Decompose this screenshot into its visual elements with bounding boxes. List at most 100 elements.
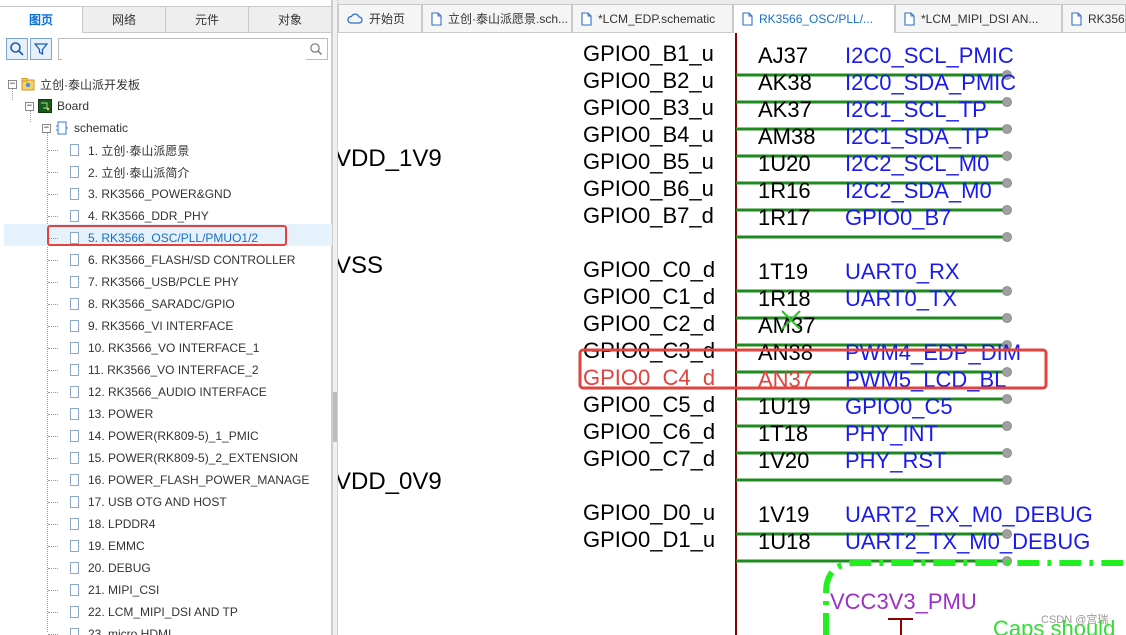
gpio-pin-name: GPIO0_C0_d [583, 257, 715, 282]
page-file-icon [70, 518, 79, 530]
tab-nets[interactable]: 网络 [82, 6, 166, 33]
project-folder-icon [21, 78, 35, 91]
ball-number: AK37 [758, 97, 812, 122]
gpio-pin-name: GPIO0_C5_d [583, 392, 715, 417]
collapse-toggle-icon[interactable]: − [25, 101, 34, 111]
tab-components[interactable]: 元件 [165, 6, 249, 33]
page-item[interactable]: 14. POWER(RK809-5)_1_PMIC [48, 426, 259, 446]
page-item[interactable]: 22. LCM_MIPI_DSI AND TP [48, 602, 238, 622]
cloud-icon [347, 12, 363, 24]
page-item-label: 23. micro HDMI [88, 627, 172, 635]
page-item[interactable]: 7. RK3566_USB/PCLE PHY [48, 272, 239, 292]
schematic-canvas[interactable]: VDD_1V9 VSS VDD_0V9 GPIO0_B1_u AJ37 I2C0_SCL_… [338, 33, 1126, 635]
document-tab[interactable]: 开始页 [338, 4, 422, 32]
collapse-toggle-icon[interactable]: − [42, 123, 51, 133]
document-tab[interactable]: 立创·泰山派愿景.sch... [422, 4, 572, 32]
page-item[interactable]: 4. RK3566_DDR_PHY [48, 206, 209, 226]
page-item[interactable]: 10. RK3566_VO INTERFACE_1 [48, 338, 259, 358]
tree-connector [48, 259, 58, 261]
tree-root[interactable]: − 立创·泰山派开发板 [8, 74, 140, 94]
document-icon [904, 11, 915, 26]
tree-connector [48, 325, 58, 327]
pin-endpoint [1002, 475, 1012, 485]
page-item[interactable]: 1. 立创·泰山派愿景 [48, 140, 189, 160]
page-item-label: 7. RK3566_USB/PCLE PHY [88, 275, 239, 289]
tree-schematic[interactable]: − schematic [42, 118, 128, 138]
page-item[interactable]: 3. RK3566_POWER&GND [48, 184, 231, 204]
page-item-label: 20. DEBUG [88, 561, 151, 575]
page-item[interactable]: 20. DEBUG [48, 558, 151, 578]
pin-endpoint [1002, 205, 1012, 215]
net-label: GPIO0_C5 [845, 394, 953, 419]
document-icon [742, 12, 753, 26]
page-item[interactable]: 11. RK3566_VO INTERFACE_2 [48, 360, 259, 380]
page-item[interactable]: 19. EMMC [48, 536, 145, 556]
search-icon [10, 42, 24, 56]
page-item[interactable]: 13. POWER [48, 404, 153, 424]
page-file-icon [70, 386, 79, 398]
page-file-icon [70, 584, 79, 596]
tree-connector [48, 545, 58, 547]
tree-connector [48, 457, 58, 459]
page-item-label: 12. RK3566_AUDIO INTERFACE [88, 385, 267, 399]
tree-board[interactable]: − Board [25, 96, 89, 116]
page-item[interactable]: 6. RK3566_FLASH/SD CONTROLLER [48, 250, 295, 270]
page-item-label: 8. RK3566_SARADC/GPIO [88, 297, 235, 311]
document-tab[interactable]: *LCM_EDP.schematic [572, 4, 733, 32]
tab-objects[interactable]: 对象 [248, 6, 332, 33]
tree-connector [48, 567, 58, 569]
filter-button[interactable] [30, 38, 52, 60]
page-item[interactable]: 16. POWER_FLASH_POWER_MANAGE [48, 470, 309, 490]
page-item[interactable]: 8. RK3566_SARADC/GPIO [48, 294, 235, 314]
search-field[interactable] [58, 38, 328, 60]
ball-number: 1R17 [758, 205, 811, 230]
page-item[interactable]: 9. RK3566_VI INTERFACE [48, 316, 233, 336]
page-item-label: 10. RK3566_VO INTERFACE_1 [88, 341, 260, 355]
document-tab[interactable]: RK3566_OSC/PLL/... [733, 4, 895, 33]
page-item[interactable]: 21. MIPI_CSI [48, 580, 159, 600]
ball-number: AK38 [758, 70, 812, 95]
page-item-label: 19. EMMC [88, 539, 145, 553]
page-item[interactable]: 12. RK3566_AUDIO INTERFACE [48, 382, 267, 402]
page-item-label: 13. POWER [88, 407, 154, 421]
page-item-label: 4. RK3566_DDR_PHY [88, 209, 209, 223]
document-tab-label: 开始页 [369, 12, 406, 26]
board-icon [38, 99, 52, 113]
page-item[interactable]: 15. POWER(RK809-5)_2_EXTENSION [48, 448, 298, 468]
net-label: PWM4_EDP_DIM [845, 340, 1021, 365]
collapse-toggle-icon[interactable]: − [8, 79, 17, 89]
page-item-label: 16. POWER_FLASH_POWER_MANAGE [88, 473, 310, 487]
ball-number: 1R16 [758, 178, 811, 203]
net-label: UART2_RX_M0_DEBUG [845, 502, 1093, 527]
net-label: PHY_RST [845, 448, 946, 473]
pin-endpoint [1002, 97, 1012, 107]
search-mode-button[interactable] [6, 38, 28, 60]
page-item[interactable]: 17. USB OTG AND HOST [48, 492, 227, 512]
ball-number: 1T19 [758, 259, 808, 284]
document-tab[interactable]: RK356 [1062, 4, 1126, 32]
net-label: UART0_TX [845, 286, 957, 311]
page-item-label: 11. RK3566_VO INTERFACE_2 [88, 363, 259, 377]
page-file-icon [70, 364, 79, 376]
document-tab[interactable]: *LCM_MIPI_DSI AN... [895, 4, 1062, 32]
pin-endpoint [1002, 124, 1012, 134]
search-input[interactable] [62, 40, 306, 60]
pin-endpoint [1002, 448, 1012, 458]
gpio-pin-name: GPIO0_C7_d [583, 446, 715, 471]
net-label: PHY_INT [845, 421, 938, 446]
net-label: I2C2_SDA_M0 [845, 178, 992, 203]
document-tab-label: RK356 [1088, 11, 1125, 26]
splitter-grip[interactable] [333, 392, 337, 442]
search-row [6, 38, 330, 62]
tab-pages[interactable]: 图页 [0, 6, 83, 33]
page-item[interactable]: 23. micro HDMI [48, 624, 171, 635]
tree-connector [48, 391, 58, 393]
ball-number: 1R18 [758, 286, 811, 311]
tree-board-label: Board [57, 99, 90, 113]
page-file-icon [70, 166, 79, 178]
tree-schematic-label: schematic [74, 121, 129, 135]
page-item[interactable]: 18. LPDDR4 [48, 514, 155, 534]
net-label: I2C0_SCL_PMIC [845, 43, 1014, 68]
tree-connector [48, 633, 58, 635]
page-item[interactable]: 2. 立创·泰山派简介 [48, 162, 189, 182]
